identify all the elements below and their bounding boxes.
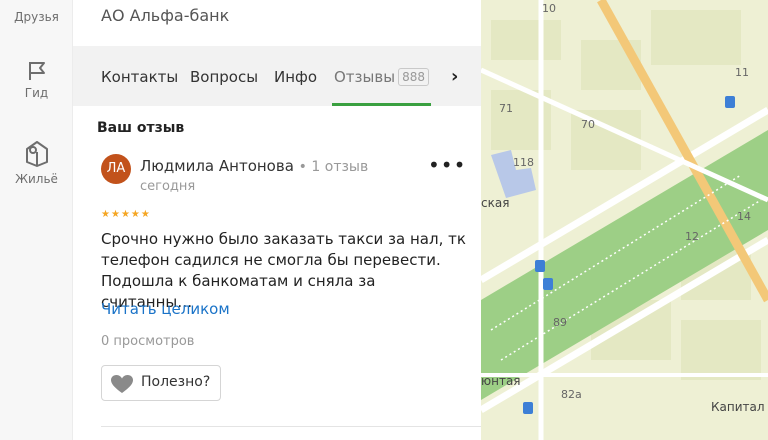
rail-item-housing[interactable]: Жильё: [0, 140, 73, 186]
avatar[interactable]: ЛА: [101, 154, 131, 184]
tab-reviews[interactable]: Отзывы 888: [334, 68, 429, 86]
read-more-link[interactable]: Читать целиком: [101, 300, 230, 318]
useful-label: Полезно?: [141, 374, 211, 390]
map-house-number: 82а: [561, 388, 582, 401]
rail-item-label: Жильё: [15, 172, 58, 186]
author-name[interactable]: Людмила Антонова: [140, 157, 294, 175]
map-house-number: 71: [499, 102, 513, 115]
rating-stars: ★★★★★: [101, 209, 151, 220]
map-view[interactable]: 10 11 71 70 118 12 14 89 82а ская юнтая …: [481, 0, 768, 440]
org-panel: АО Альфа-банк Контакты Вопросы Инфо Отзы…: [73, 0, 481, 440]
rail-item-friends[interactable]: Друзья: [0, 10, 73, 24]
tab-questions[interactable]: Вопросы: [190, 68, 258, 86]
map-house-number: 10: [542, 2, 556, 15]
star-icon: ★: [130, 209, 141, 220]
chevron-right-icon[interactable]: ›: [451, 66, 458, 87]
rail-item-label: Гид: [24, 86, 49, 100]
divider: [101, 426, 481, 427]
rail-item-guide[interactable]: Гид: [0, 60, 73, 100]
more-options-icon[interactable]: •••: [428, 155, 466, 175]
map-house-number: 118: [513, 156, 534, 169]
map-canvas: [481, 0, 768, 440]
star-icon: ★: [140, 209, 151, 220]
star-icon: ★: [120, 209, 131, 220]
organization-name: АО Альфа-банк: [101, 6, 230, 25]
useful-button[interactable]: Полезно?: [101, 365, 221, 401]
author-review-count: 1 отзыв: [311, 159, 369, 175]
map-street-label: Капитал: [711, 400, 765, 414]
views-count: 0 просмотров: [101, 334, 195, 349]
review-text-line: телефон садился не смогла бы перевести.: [101, 251, 441, 269]
map-house-number: 14: [737, 210, 751, 223]
map-house-number: 70: [581, 118, 595, 131]
map-house-number: 89: [553, 316, 567, 329]
section-title: Ваш отзыв: [97, 120, 185, 136]
map-house-number: 12: [685, 230, 699, 243]
map-street-label: юнтая: [481, 374, 521, 388]
map-house-number: 11: [735, 66, 749, 79]
review-date: сегодня: [140, 179, 196, 194]
star-icon: ★: [110, 209, 121, 220]
star-icon: ★: [101, 209, 111, 220]
map-street-label: ская: [481, 196, 510, 210]
heart-icon: [111, 375, 133, 393]
tab-info[interactable]: Инфо: [274, 68, 317, 86]
review-text-line: Срочно нужно было заказать такси за нал,…: [101, 230, 466, 248]
flag-icon: [28, 62, 45, 80]
left-rail: Друзья Гид Жильё: [0, 0, 73, 440]
rail-item-label: Друзья: [14, 10, 59, 24]
tab-reviews-label: Отзывы: [334, 68, 396, 86]
review-author[interactable]: Людмила Антонова • 1 отзыв: [140, 157, 368, 175]
housing-icon: [25, 141, 48, 167]
active-tab-underline: [332, 103, 431, 106]
tab-reviews-count: 888: [398, 68, 429, 86]
tabs-bar: Контакты Вопросы Инфо Отзывы 888 ›: [73, 46, 481, 106]
tab-contacts[interactable]: Контакты: [101, 68, 178, 86]
